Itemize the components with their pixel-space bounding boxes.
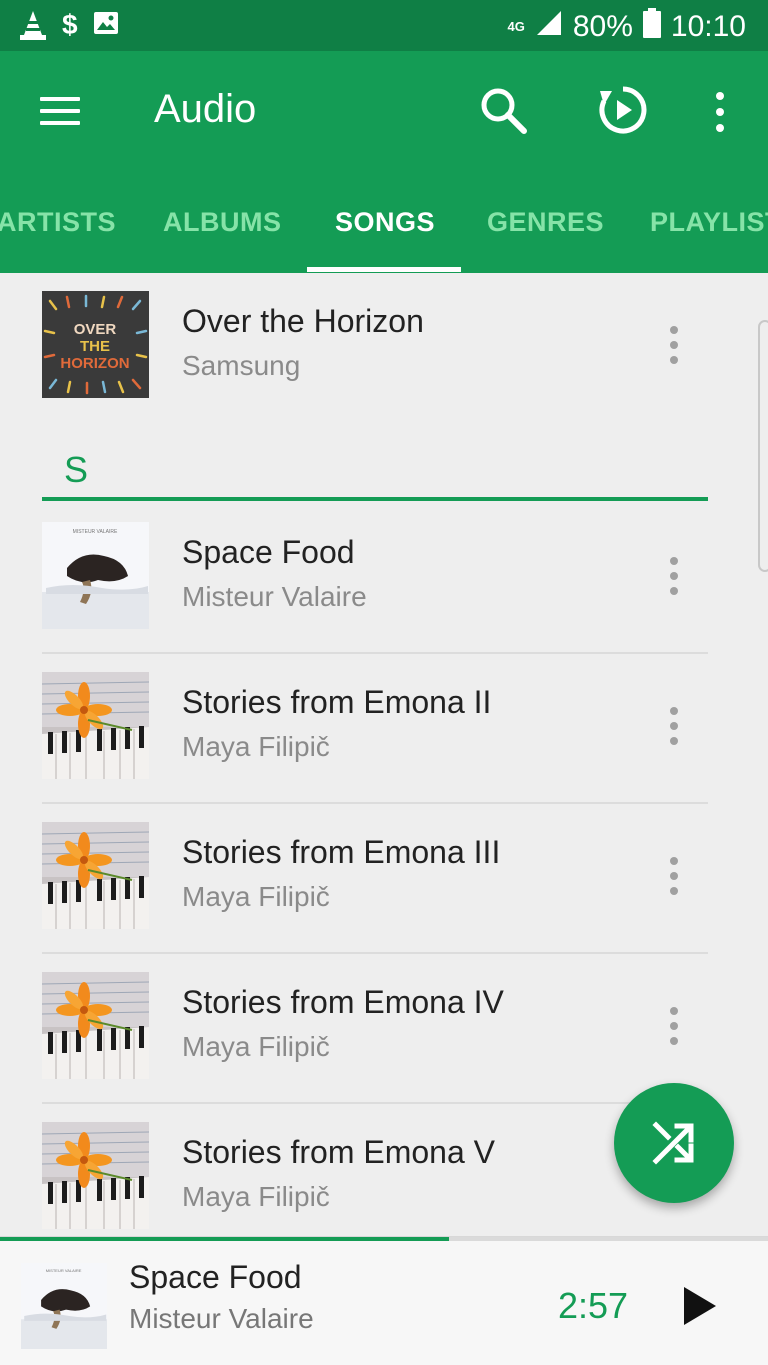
more-vert-icon [670, 557, 678, 565]
playback-progress-fill [0, 1237, 450, 1241]
song-title: Stories from Emona IV [182, 984, 504, 1020]
song-more-button[interactable] [658, 686, 690, 766]
song-more-button[interactable] [658, 836, 690, 916]
mini-player-album-art: MISTEUR VALAIRE [21, 1263, 107, 1349]
battery-level: 80% [572, 10, 633, 43]
section-letter: S [64, 449, 89, 490]
song-artist: Maya Filipič [182, 1031, 330, 1062]
tab-indicator [307, 267, 461, 272]
song-title: Stories from Emona III [182, 834, 501, 870]
mini-player[interactable]: MISTEUR VALAIRE Space Food Misteur Valai… [0, 1236, 768, 1365]
list-item[interactable]: Stories from Emona III Maya Filipič [42, 804, 708, 954]
list-item[interactable]: Stories from Emona V Maya Filipič [42, 1104, 708, 1236]
album-art: OVER THE HORIZON [42, 291, 149, 398]
tab-songs[interactable]: SONGS [335, 201, 435, 273]
search-icon [481, 88, 527, 134]
song-title: Space Food [182, 534, 355, 570]
song-title: Over the Horizon [182, 303, 424, 339]
resume-playback-button[interactable] [594, 81, 652, 139]
song-title: Stories from Emona V [182, 1134, 495, 1170]
image-icon [92, 9, 122, 41]
song-artist: Maya Filipič [182, 1181, 330, 1212]
shuffle-icon [652, 1121, 694, 1165]
more-options-button[interactable] [700, 87, 740, 137]
status-bar: $ 4G 80% 10:10 [0, 0, 768, 51]
tab-genres[interactable]: GENRES [487, 201, 604, 273]
song-artist: Misteur Valaire [182, 581, 367, 612]
album-art: MISTEUR VALAIRE [42, 522, 149, 629]
clock: 10:10 [670, 10, 746, 43]
svg-text:THE: THE [80, 338, 110, 355]
album-art [42, 972, 149, 1079]
svg-text:OVER: OVER [74, 321, 117, 338]
dollar-icon: $ [62, 9, 78, 40]
svg-text:MISTEUR VALAIRE: MISTEUR VALAIRE [73, 529, 118, 535]
list-item[interactable]: OVER THE HORIZON Over the Horizon Samsun… [42, 273, 708, 423]
vlc-cone-icon [18, 9, 48, 41]
resume-playback-icon [599, 86, 647, 134]
app-bar: Audio ARTISTS ALBUMS SONGS GENRES PLAYLI… [0, 51, 768, 273]
more-vert-icon [670, 326, 678, 334]
tab-playlists[interactable]: PLAYLISTS [650, 201, 768, 273]
album-art [42, 1122, 149, 1229]
more-vert-icon [670, 1007, 678, 1015]
album-art [42, 822, 149, 929]
album-art [42, 672, 149, 779]
battery-icon [642, 8, 661, 46]
playback-progress-bar[interactable] [0, 1237, 768, 1241]
list-item[interactable]: MISTEUR VALAIRE Space Food Misteur Valai… [42, 504, 708, 654]
list-item[interactable]: Stories from Emona II Maya Filipič [42, 654, 708, 804]
page-title: Audio [154, 87, 257, 131]
section-header: S [42, 443, 708, 501]
tab-artists[interactable]: ARTISTS [0, 201, 116, 273]
section-divider [42, 497, 708, 501]
search-button[interactable] [476, 83, 532, 139]
play-button[interactable] [676, 1283, 722, 1329]
song-artist: Maya Filipič [182, 731, 330, 762]
more-vert-icon [716, 92, 724, 100]
hamburger-icon [40, 97, 80, 101]
song-more-button[interactable] [658, 536, 690, 616]
song-title: Stories from Emona II [182, 684, 492, 720]
now-playing-title: Space Food [129, 1259, 302, 1295]
fast-scroll-handle[interactable] [758, 320, 768, 572]
song-more-button[interactable] [658, 986, 690, 1066]
song-more-button[interactable] [658, 305, 690, 385]
tab-albums[interactable]: ALBUMS [163, 201, 282, 273]
network-type-icon: 4G [507, 19, 525, 34]
shuffle-button[interactable] [614, 1083, 734, 1203]
list-item[interactable]: Stories from Emona IV Maya Filipič [42, 954, 708, 1104]
more-vert-icon [670, 857, 678, 865]
svg-text:HORIZON: HORIZON [60, 355, 129, 372]
more-vert-icon [670, 707, 678, 715]
song-artist: Samsung [182, 350, 301, 381]
svg-text:MISTEUR VALAIRE: MISTEUR VALAIRE [46, 1268, 82, 1273]
song-artist: Maya Filipič [182, 881, 330, 912]
signal-icon [535, 9, 563, 45]
tab-bar: ARTISTS ALBUMS SONGS GENRES PLAYLISTS [0, 201, 768, 273]
menu-button[interactable] [30, 86, 90, 136]
playback-time: 2:57 [558, 1285, 629, 1326]
now-playing-artist: Misteur Valaire [129, 1303, 314, 1334]
play-icon [684, 1287, 716, 1325]
